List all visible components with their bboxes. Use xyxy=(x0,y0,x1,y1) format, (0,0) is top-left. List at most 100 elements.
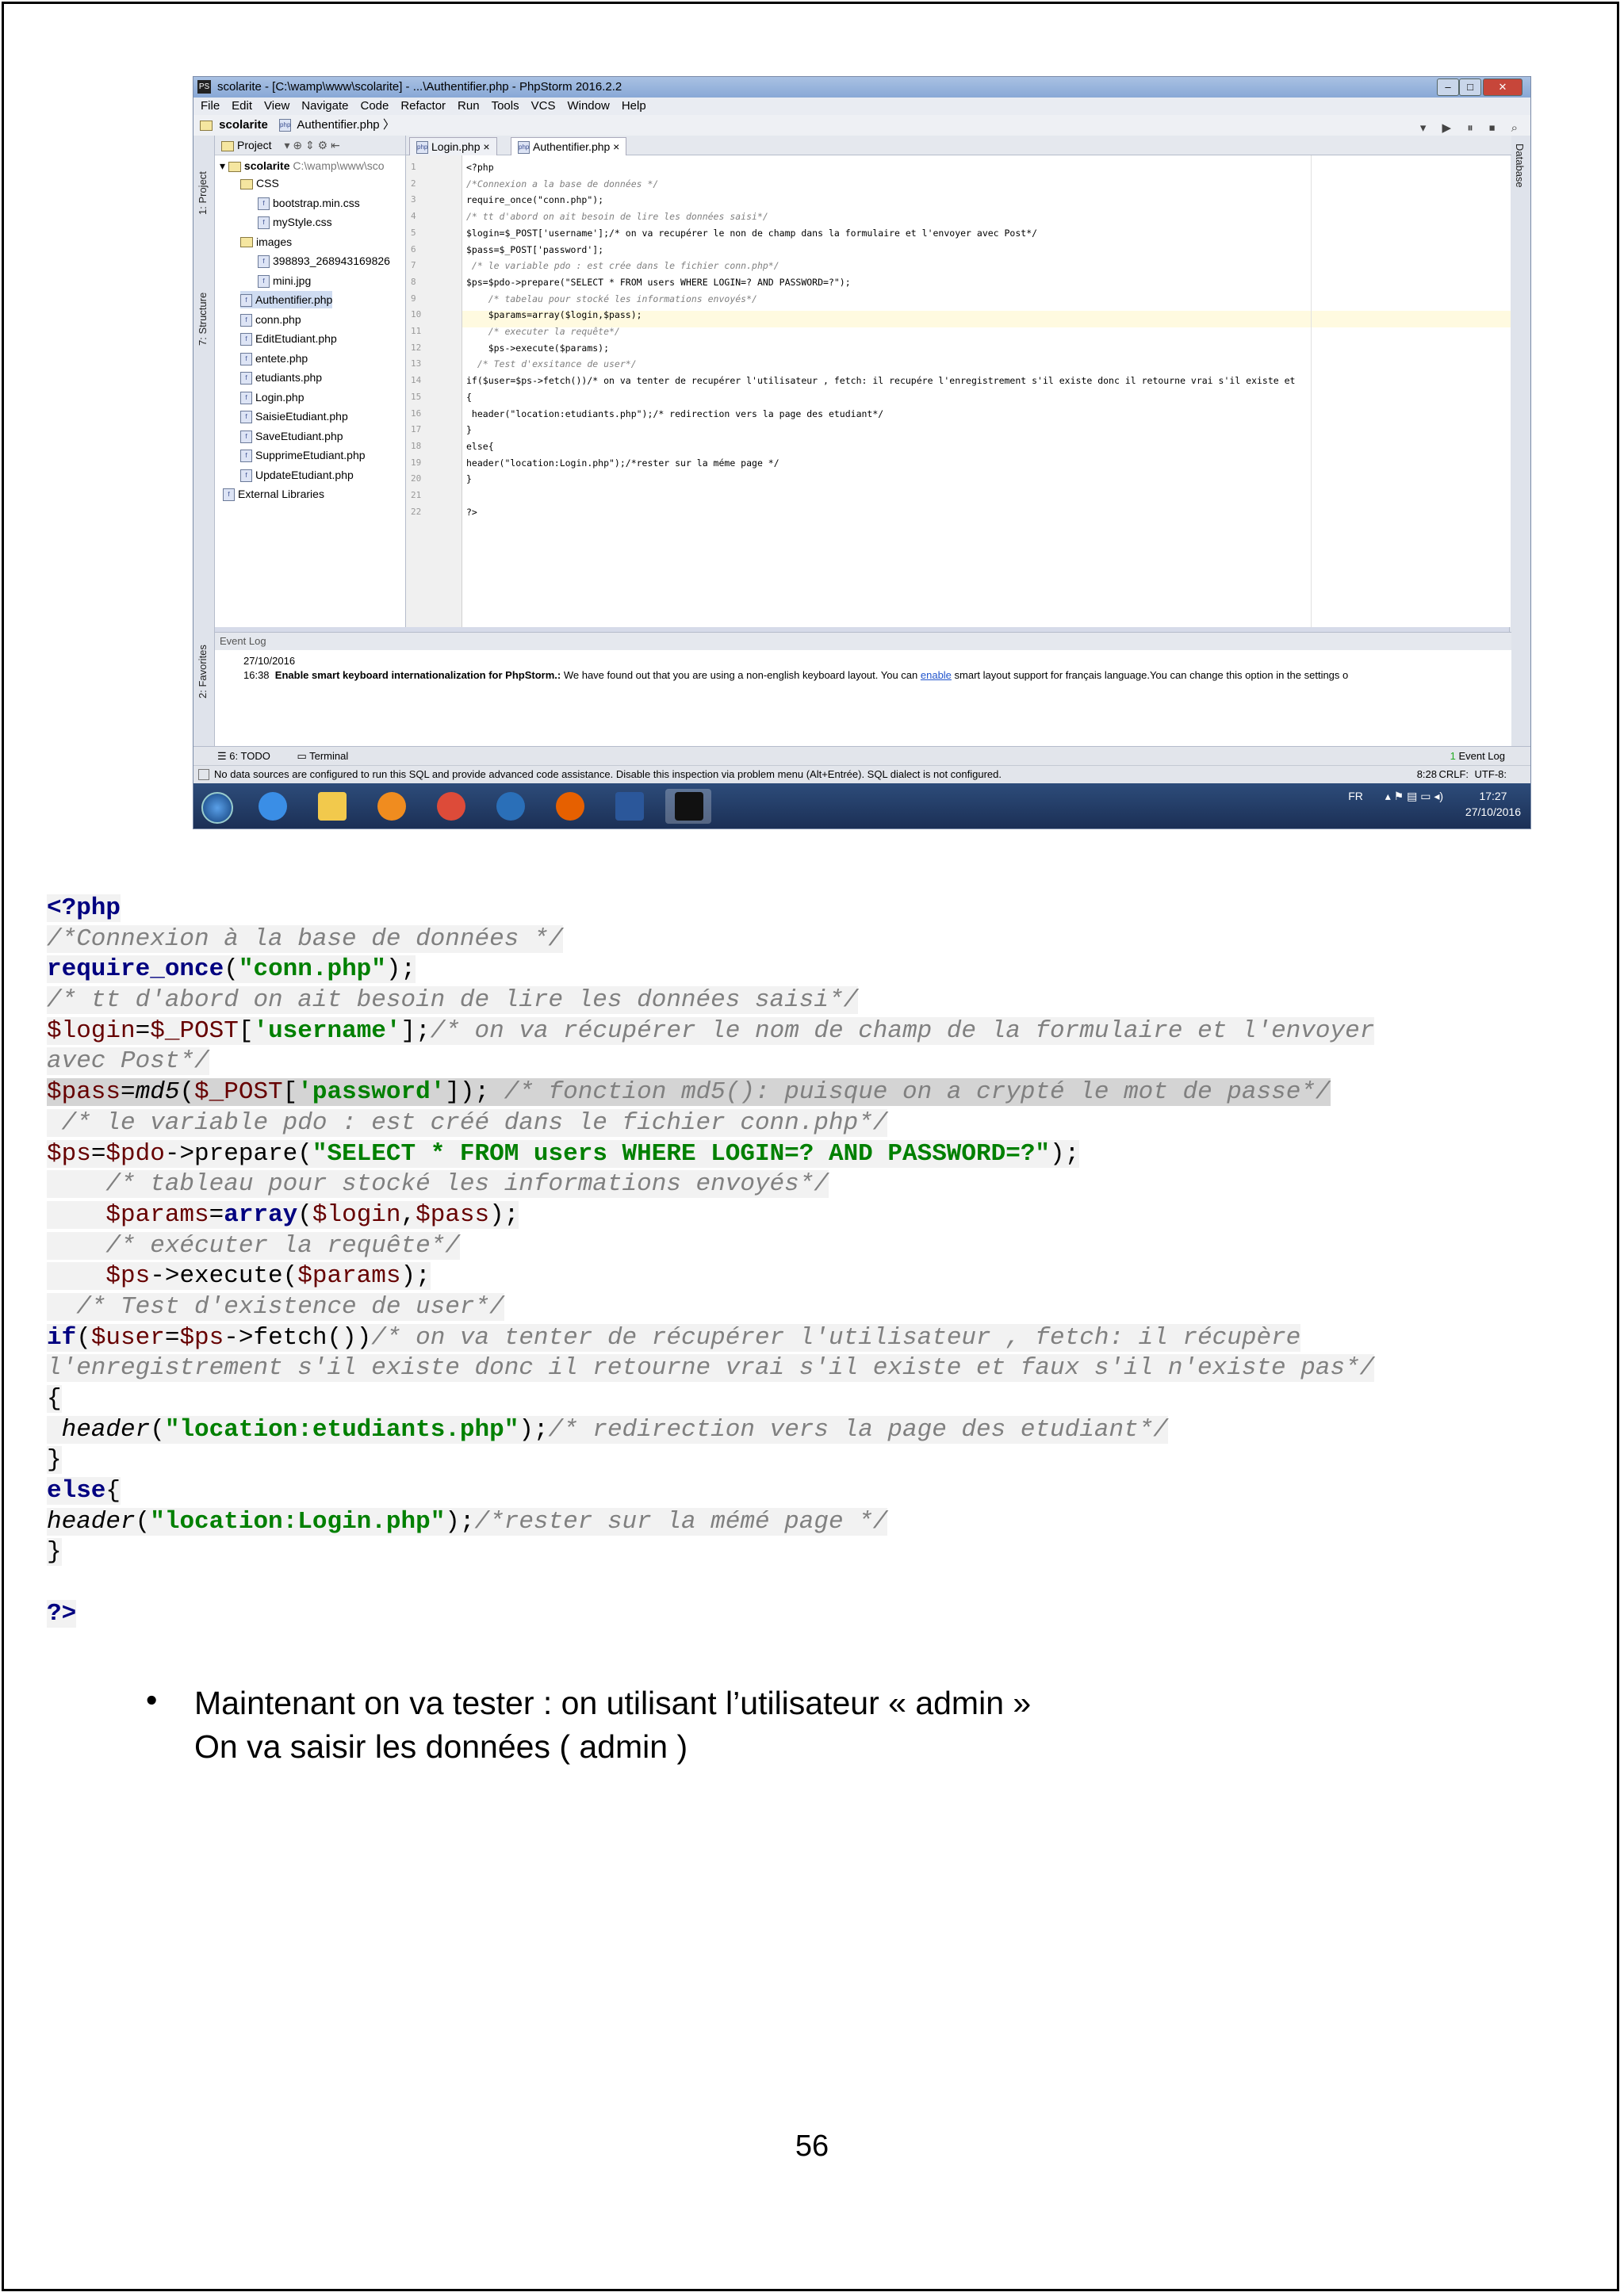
menu-item-view[interactable]: View xyxy=(264,99,289,113)
tree-item-supprimeetudiant-php[interactable]: f SupprimeEtudiant.php xyxy=(240,446,366,464)
line-separator[interactable]: CRLF: xyxy=(1438,766,1469,783)
code-token: ]); xyxy=(445,1078,504,1107)
language-indicator[interactable]: FR xyxy=(1348,790,1363,802)
tree-item-saisieetudiant-php[interactable]: f SaisieEtudiant.php xyxy=(240,408,348,425)
todo-button[interactable]: ☰ 6: TODO xyxy=(217,750,270,762)
tool-structure[interactable]: 7: Structure xyxy=(197,293,209,346)
word-icon[interactable] xyxy=(606,789,652,824)
breadcrumb-root[interactable]: scolarite xyxy=(219,118,268,132)
terminal-button[interactable]: ▭ Terminal xyxy=(297,750,348,762)
tab-authentifier[interactable]: php Authentifier.php × xyxy=(511,137,627,155)
editor-code-line: <?php xyxy=(466,162,494,173)
code-token: /* on va récupérer le nom de champ de la… xyxy=(430,1016,1375,1045)
firefox-taskbar-icon[interactable] xyxy=(546,789,592,824)
tree-item-images[interactable]: images xyxy=(240,233,292,251)
code-token: /* Test d'existence de user*/ xyxy=(47,1292,504,1321)
minimize-icon[interactable]: – xyxy=(1437,78,1459,96)
code-line: $params=array($login,$pass); xyxy=(47,1200,1374,1231)
editor-code-line: /*Connexion a la base de données */ xyxy=(466,178,659,189)
tree-item-external-libraries[interactable]: f External Libraries xyxy=(223,485,324,503)
tray-icons[interactable]: ▴ ⚑ ▤ ▭ ◂) xyxy=(1385,790,1443,802)
tree-root[interactable]: ▾ scolarite C:\wamp\www\sco xyxy=(220,157,385,174)
line-number: 17 xyxy=(411,424,422,435)
status-toggle-icon[interactable] xyxy=(198,769,209,780)
tree-item-authentifier-php[interactable]: f Authentifier.php xyxy=(240,291,333,308)
code-token: ( xyxy=(297,1200,312,1229)
code-token: $_POST xyxy=(150,1016,239,1045)
tree-item-saveetudiant-php[interactable]: f SaveEtudiant.php xyxy=(240,427,343,445)
editor-code-line: $ps=$pdo->prepare("SELECT * FROM users W… xyxy=(466,276,851,288)
event-log-panel: Event Log 27/10/2016 16:38 Enable smart … xyxy=(215,632,1511,747)
code-line: /* le variable pdo : est créé dans le fi… xyxy=(47,1108,1374,1139)
code-token: ->prepare( xyxy=(164,1139,312,1168)
menu-item-code[interactable]: Code xyxy=(360,99,389,113)
enable-link[interactable]: enable xyxy=(921,669,952,681)
media-player-icon[interactable] xyxy=(368,789,414,824)
wamp-icon[interactable] xyxy=(487,789,533,824)
tree-item-bootstrap-min-css[interactable]: f bootstrap.min.css xyxy=(258,194,360,212)
clock[interactable]: 17:27 27/10/2016 xyxy=(1465,788,1521,820)
menu-item-vcs[interactable]: VCS xyxy=(531,99,556,113)
file-icon: f xyxy=(258,255,270,269)
menu-item-run[interactable]: Run xyxy=(458,99,480,113)
explorer-icon[interactable] xyxy=(308,789,354,824)
menu-item-navigate[interactable]: Navigate xyxy=(301,99,348,113)
tree-item-398893-268943169826[interactable]: f 398893_268943169826 xyxy=(258,252,390,270)
code-token: ->fetch()) xyxy=(224,1323,372,1352)
tree-item-login-php[interactable]: f Login.php xyxy=(240,388,304,406)
line-number: 11 xyxy=(411,326,422,336)
code-token: $login xyxy=(312,1200,401,1229)
code-editor[interactable]: <?php /*Connexion a la base de données */… xyxy=(462,155,1511,627)
tree-item-mystyle-css[interactable]: f myStyle.css xyxy=(258,213,332,231)
chrome-taskbar-icon[interactable] xyxy=(427,789,473,824)
tool-favorites[interactable]: 2: Favorites xyxy=(197,645,209,698)
cursor-position[interactable]: 8:28 xyxy=(1417,766,1437,783)
menu-item-edit[interactable]: Edit xyxy=(232,99,252,113)
code-token: = xyxy=(121,1078,136,1107)
tab-login[interactable]: php Login.php × xyxy=(409,137,497,155)
tree-item-css[interactable]: CSS xyxy=(240,174,279,192)
tool-project[interactable]: 1: Project xyxy=(197,171,209,215)
code-token: ); xyxy=(519,1415,549,1444)
phpstorm-taskbar-icon[interactable] xyxy=(665,789,711,824)
editor-code-line: { xyxy=(466,391,472,403)
line-number: 19 xyxy=(411,457,422,468)
code-token: = xyxy=(164,1323,180,1352)
line-number: 22 xyxy=(411,506,422,517)
window-titlebar: PS scolarite - [C:\wamp\www\scolarite] -… xyxy=(193,77,1530,98)
file-encoding[interactable]: UTF-8: xyxy=(1475,766,1507,783)
line-number: 14 xyxy=(411,375,422,386)
editor-code-line: require_once("conn.php"); xyxy=(466,194,604,206)
menu-item-tools[interactable]: Tools xyxy=(492,99,519,113)
line-number: 18 xyxy=(411,440,422,451)
code-line: } xyxy=(47,1445,1374,1476)
menu-item-refactor[interactable]: Refactor xyxy=(400,99,446,113)
tree-item-entete-php[interactable]: f entete.php xyxy=(240,350,308,367)
editor-code-line: /* executer la requête*/ xyxy=(466,326,620,337)
menu-item-file[interactable]: File xyxy=(201,99,220,113)
start-button[interactable] xyxy=(201,792,233,824)
tree-item-mini-jpg[interactable]: f mini.jpg xyxy=(258,272,311,289)
tree-item-editetudiant-php[interactable]: f EditEtudiant.php xyxy=(240,330,337,347)
tree-item-etudiants-php[interactable]: f etudiants.php xyxy=(240,369,322,386)
tree-item-updateetudiant-php[interactable]: f UpdateEtudiant.php xyxy=(240,466,354,484)
code-token: avec Post*/ xyxy=(47,1047,209,1076)
maximize-icon[interactable]: □ xyxy=(1459,78,1481,96)
event-log-button[interactable]: 1 Event Log xyxy=(1450,747,1505,766)
tool-database[interactable]: Database xyxy=(1514,144,1526,188)
event-date: 27/10/2016 xyxy=(243,655,296,667)
internet-explorer-icon[interactable] xyxy=(249,789,295,824)
panel-toolbar-icons[interactable]: ▾ ⊕ ⇕ ⚙ ⇤ xyxy=(284,139,339,151)
menu-item-window[interactable]: Window xyxy=(567,99,609,113)
line-number: 1 xyxy=(411,162,416,172)
tree-item-conn-php[interactable]: f conn.php xyxy=(240,311,301,328)
code-token: header xyxy=(47,1507,136,1536)
code-token: $_POST xyxy=(194,1078,283,1107)
project-panel-title[interactable]: Project xyxy=(237,139,272,151)
breadcrumb-file[interactable]: Authentifier.php xyxy=(297,118,379,132)
editor-code-line: header("location:etudiants.php");/* redi… xyxy=(466,408,884,419)
menu-item-help[interactable]: Help xyxy=(622,99,646,113)
file-icon: f xyxy=(240,450,252,463)
close-icon[interactable]: ✕ xyxy=(1483,78,1522,96)
